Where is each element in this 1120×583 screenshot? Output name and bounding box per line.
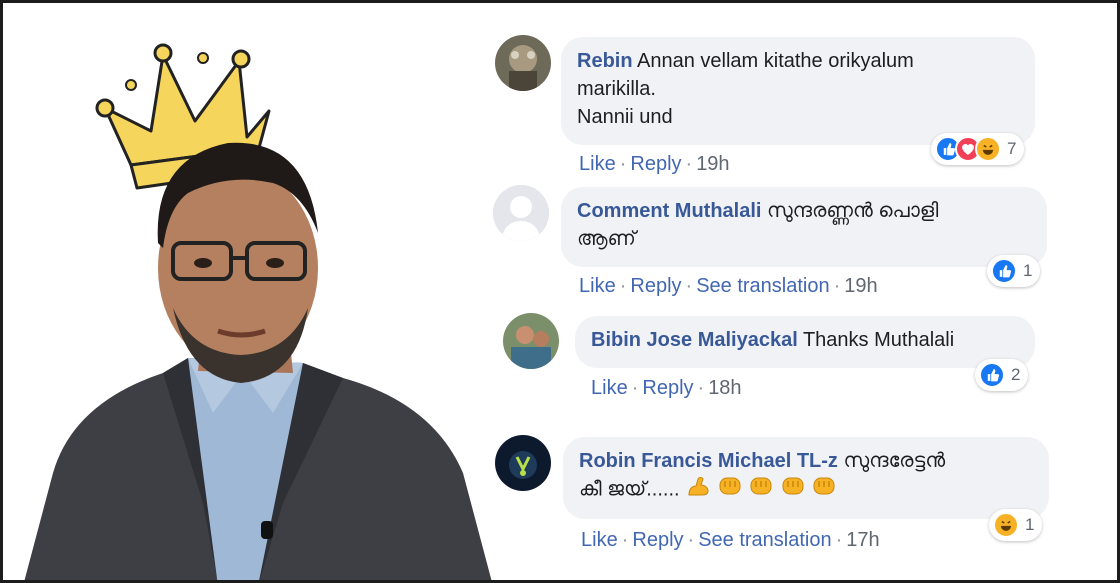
haha-icon: [975, 136, 1001, 162]
see-translation-link[interactable]: See translation: [698, 529, 831, 551]
comment-timestamp[interactable]: 19h: [844, 275, 877, 297]
fist-icon: [780, 475, 806, 505]
comment-text-line: marikilla.: [577, 78, 656, 100]
reaction-summary[interactable]: 2: [975, 359, 1029, 391]
comment-bubble: Bibin Jose Maliyackal Thanks Muthalali: [575, 316, 1035, 368]
reply-link[interactable]: Reply: [632, 529, 683, 551]
comment-text-line: Annan vellam kitathe orikyalum: [637, 50, 914, 72]
person-with-crown-illustration: [24, 43, 492, 580]
avatar[interactable]: [495, 435, 551, 491]
comment-bubble: Comment Muthalali സുന്ദരണ്ണൻ പൊളി ആണ്: [561, 187, 1047, 267]
comment-text-line: Nannii und: [577, 106, 673, 128]
fist-icon: [717, 475, 743, 505]
comment-actions: Like · Reply · See translation · 19h: [579, 275, 878, 297]
comment-timestamp[interactable]: 19h: [696, 153, 729, 175]
comment-bubble: Rebin Annan vellam kitathe orikyalum mar…: [561, 37, 1035, 145]
comment-author[interactable]: Robin Francis Michael TL-z: [579, 450, 838, 472]
reaction-summary[interactable]: 7: [931, 133, 1025, 165]
avatar[interactable]: [493, 185, 549, 241]
comment-author[interactable]: Bibin Jose Maliyackal: [591, 329, 798, 351]
reply-link[interactable]: Reply: [630, 275, 681, 297]
like-link[interactable]: Like: [591, 377, 628, 399]
reaction-summary[interactable]: 1: [987, 255, 1041, 287]
comment-bubble: Robin Francis Michael TL-z സുന്ദരേട്ടൻ ക…: [563, 437, 1049, 519]
comment-actions: Like · Reply · See translation · 17h: [581, 529, 880, 551]
comment-text-line: കീ ജയ്......: [579, 478, 680, 501]
flexed-biceps-icon: [685, 475, 711, 505]
comment-timestamp[interactable]: 17h: [846, 529, 879, 551]
like-icon: [991, 258, 1017, 284]
reply-link[interactable]: Reply: [642, 377, 693, 399]
comment-text-line: Thanks Muthalali: [802, 329, 955, 351]
like-link[interactable]: Like: [581, 529, 618, 551]
comment-actions: Like · Reply · 19h: [579, 153, 730, 175]
reaction-count: 1: [1023, 261, 1033, 280]
avatar[interactable]: [495, 35, 551, 91]
comment-text-line: സുന്ദരണ്ണൻ പൊളി: [767, 200, 939, 222]
like-link[interactable]: Like: [579, 275, 616, 297]
screenshot-frame: Rebin Annan vellam kitathe orikyalum mar…: [0, 0, 1120, 583]
fist-icon: [811, 475, 837, 505]
reply-link[interactable]: Reply: [630, 153, 681, 175]
reaction-summary[interactable]: 1: [989, 509, 1043, 541]
like-link[interactable]: Like: [579, 153, 616, 175]
comment-author[interactable]: Comment Muthalali: [577, 200, 761, 222]
avatar[interactable]: [503, 313, 559, 369]
reaction-count: 7: [1007, 139, 1017, 158]
reaction-count: 1: [1025, 515, 1035, 534]
see-translation-link[interactable]: See translation: [696, 275, 829, 297]
haha-icon: [993, 512, 1019, 538]
comment-timestamp[interactable]: 18h: [708, 377, 741, 399]
comment-text-line: ആണ്: [577, 228, 636, 250]
like-icon: [979, 362, 1005, 388]
fist-icon: [748, 475, 774, 505]
comment-text-line: സുന്ദരേട്ടൻ: [843, 450, 946, 472]
reaction-count: 2: [1011, 365, 1021, 384]
comment-actions: Like · Reply · 18h: [591, 377, 742, 399]
comment-author[interactable]: Rebin: [577, 50, 633, 72]
